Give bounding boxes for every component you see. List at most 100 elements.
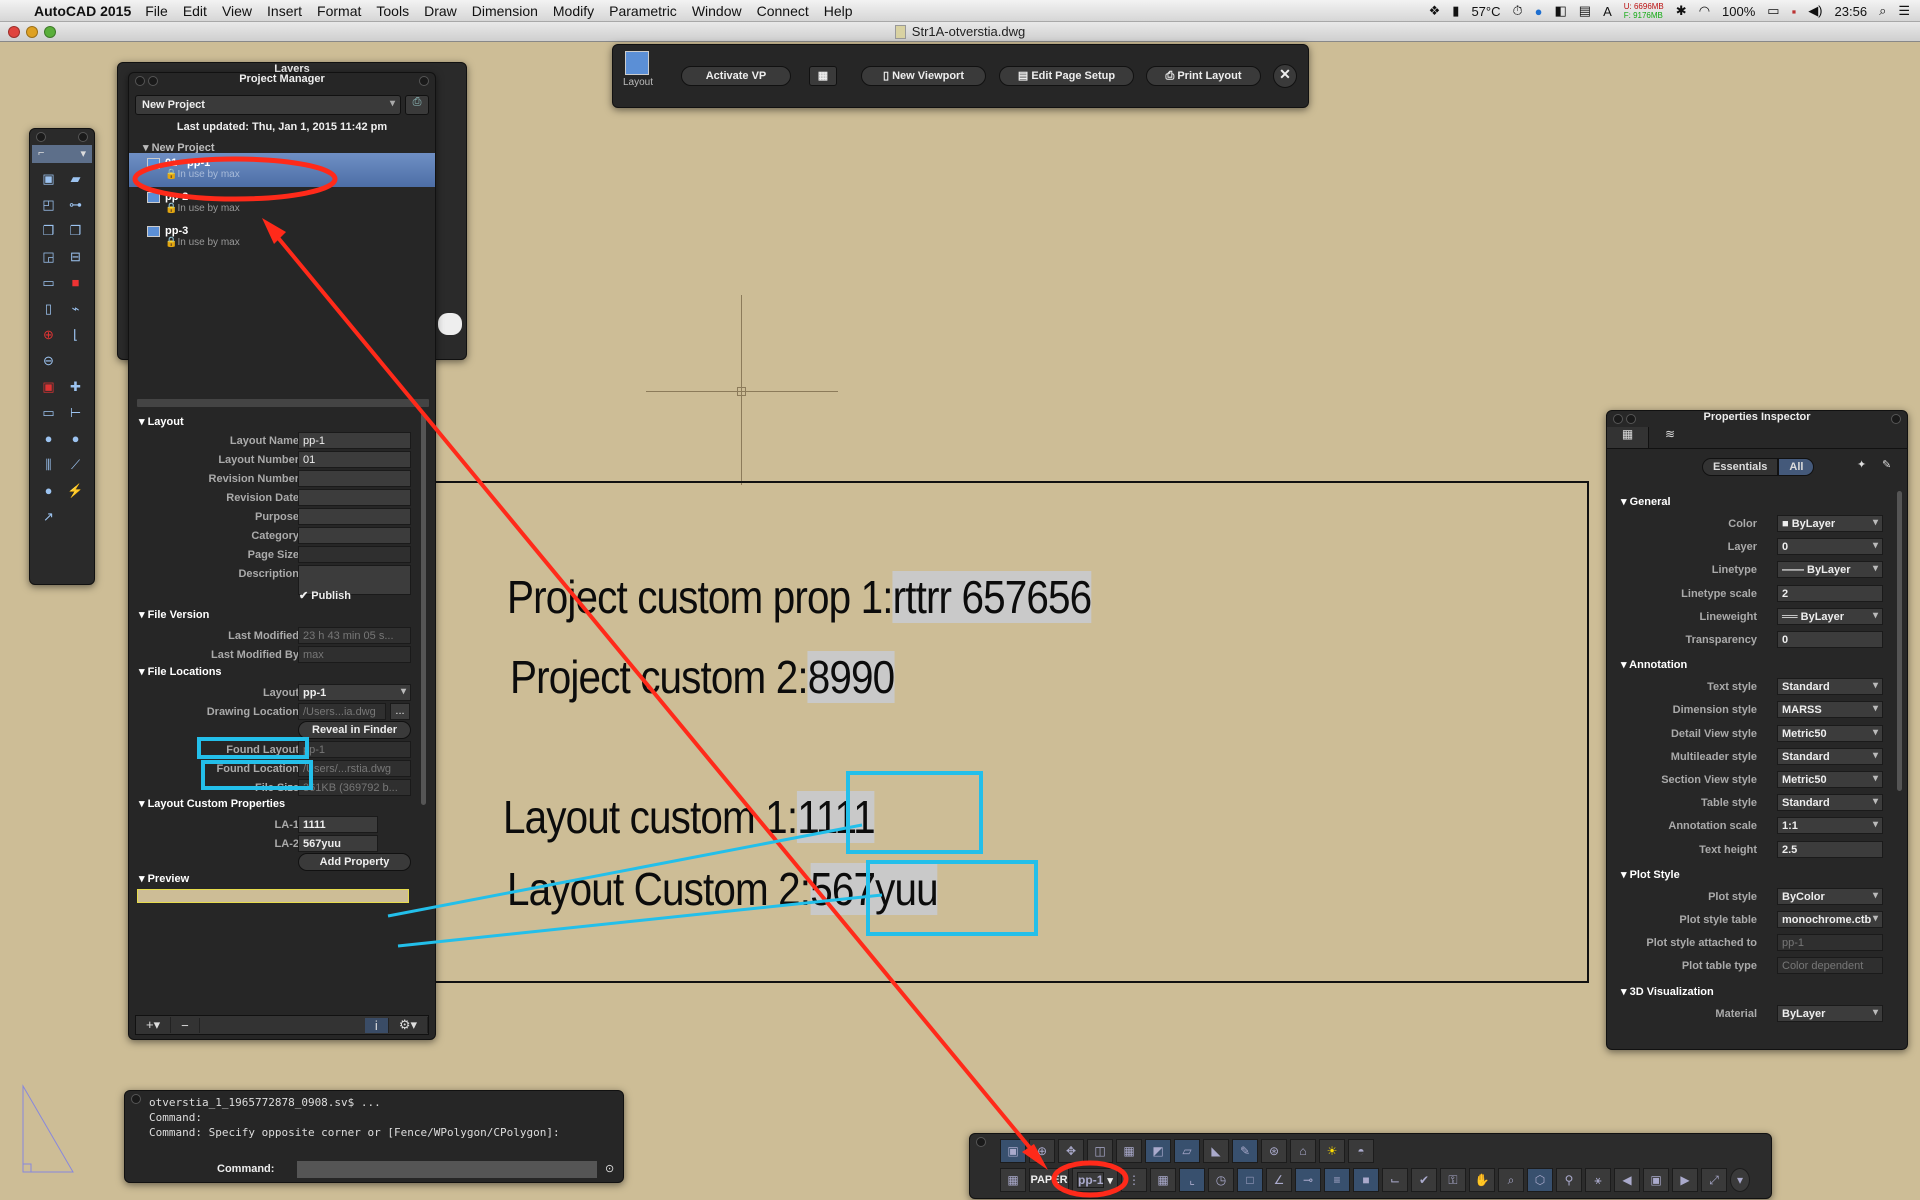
toolset-selector[interactable]: ⌐ ▾ (32, 145, 92, 163)
lock-icon[interactable]: ⚿ (1440, 1168, 1466, 1192)
pi-field-value[interactable]: Metric50 (1777, 771, 1883, 788)
otrack-icon[interactable]: ∠ (1266, 1168, 1292, 1192)
open-icon[interactable]: ▰ (67, 171, 84, 187)
pm-collapse-button[interactable] (419, 76, 429, 86)
quick-dim-icon[interactable]: ⚡ (67, 483, 84, 499)
section-layout-custom-properties[interactable]: ▾ Layout Custom Properties (139, 797, 285, 810)
save-icon[interactable]: ▣ (40, 171, 57, 187)
rect-icon[interactable]: ▣ (40, 379, 57, 395)
sun-icon[interactable]: ☀ (1319, 1139, 1345, 1163)
reveal-in-finder-button[interactable]: Reveal in Finder (298, 721, 411, 739)
edit-page-setup-button[interactable]: ▤ Edit Page Setup (999, 66, 1134, 86)
snap-3d-icon[interactable]: ⊛ (1261, 1139, 1287, 1163)
weather-icon[interactable]: ◓ (1348, 1139, 1374, 1163)
dim-icon[interactable]: ⊢ (67, 405, 84, 421)
menu-help[interactable]: Help (824, 3, 853, 19)
cmd-close-button[interactable] (131, 1094, 141, 1104)
minimize-window-button[interactable] (26, 26, 38, 38)
tab-properties[interactable]: ▦ (1607, 427, 1649, 448)
zoom-window-button[interactable] (44, 26, 56, 38)
drawing-text-line-2[interactable]: Project custom 2:8990 (510, 650, 895, 704)
command-history-button[interactable]: ⊙ (605, 1162, 614, 1175)
pi-close-button[interactable] (1613, 414, 1623, 424)
tree-root[interactable]: ▾ New Project (129, 141, 435, 154)
layout-name-input[interactable]: pp-1 (298, 432, 411, 449)
pm-close-button[interactable] (135, 76, 145, 86)
memory-monitor[interactable]: U: 6696MB F: 9176MB (1624, 2, 1664, 20)
menu-insert[interactable]: Insert (267, 3, 302, 19)
pi-field-value[interactable]: ══ ByLayer (1777, 607, 1883, 625)
space-toggle[interactable]: PAPER (1029, 1168, 1069, 1192)
project-settings-button[interactable]: ⎙ (405, 95, 429, 115)
menu-dimension[interactable]: Dimension (472, 3, 538, 19)
temperature-readout[interactable]: 57°C (1471, 4, 1500, 19)
select-color-icon[interactable]: ■ (67, 275, 84, 291)
pi-minimize-button[interactable] (1626, 414, 1636, 424)
palette-collapse-button[interactable] (78, 132, 88, 142)
pi-field-value[interactable]: ■ ByLayer (1777, 515, 1883, 532)
eyedropper-icon[interactable]: ✎ (1882, 458, 1891, 471)
pi-field-value[interactable]: Standard (1777, 794, 1883, 812)
section-preview[interactable]: ▾ Preview (139, 872, 189, 885)
project-select[interactable]: New Project (135, 95, 401, 115)
page-icon[interactable]: ▯ (40, 301, 57, 317)
layout-thumb-icon[interactable]: ▣ (1643, 1168, 1669, 1192)
leader-icon[interactable]: ↗ (40, 509, 57, 525)
purpose-input[interactable] (298, 508, 411, 525)
drive-icon[interactable]: ▮ (1452, 3, 1459, 19)
battery-icon[interactable]: ▭ (1767, 3, 1779, 19)
pi-section-viz[interactable]: ▾ 3D Visualization (1621, 985, 1714, 998)
menu-parametric[interactable]: Parametric (609, 3, 677, 19)
menu-tools[interactable]: Tools (376, 3, 409, 19)
drawing-text-line-1[interactable]: Project custom prop 1:rttrr 657656 (507, 570, 1092, 624)
lineweight-icon[interactable]: ⊸ (1295, 1168, 1321, 1192)
menu-file[interactable]: File (145, 3, 168, 19)
pi-field-value[interactable]: Standard (1777, 678, 1883, 696)
switch-icon[interactable]: ◧ (1554, 3, 1566, 19)
pi-field-value[interactable]: Standard (1777, 747, 1883, 765)
flag-icon[interactable]: ▪ (1792, 4, 1797, 19)
sync-icon[interactable]: ● (1535, 4, 1543, 19)
measure-icon[interactable]: ✎ (1232, 1139, 1258, 1163)
linear-dim-icon[interactable]: ▭ (40, 405, 57, 421)
viewport-grid-button[interactable]: ▦ (809, 66, 837, 86)
annotation-icon[interactable]: ✔ (1411, 1168, 1437, 1192)
volume-icon[interactable]: ◀) (1808, 3, 1822, 19)
pm-minimize-button[interactable] (148, 76, 158, 86)
add-menu-button[interactable]: +▾ (136, 1017, 172, 1033)
palette-close-button[interactable] (36, 132, 46, 142)
orbit-icon[interactable]: ⊕ (1029, 1139, 1055, 1163)
osnap-icon[interactable]: □ (1237, 1168, 1263, 1192)
match-props-icon[interactable]: ◲ (40, 249, 57, 265)
quick-select-icon[interactable]: ✦ (1857, 458, 1866, 471)
menu-view[interactable]: View (222, 3, 252, 19)
menu-edit[interactable]: Edit (183, 3, 207, 19)
menu-draw[interactable]: Draw (424, 3, 457, 19)
pi-field-value[interactable]: —— ByLayer (1777, 561, 1883, 579)
trim-icon[interactable]: ✚ (67, 379, 84, 395)
pi-section-plot-style[interactable]: ▾ Plot Style (1621, 868, 1680, 881)
layout-number-input[interactable]: 01 (298, 451, 411, 468)
fraction-icon[interactable]: ⊖ (40, 353, 57, 369)
timer-icon[interactable]: ⏱ (1512, 3, 1522, 19)
essentials-toggle[interactable]: Essentials (1702, 458, 1779, 476)
selection-cycling-icon[interactable]: ■ (1353, 1168, 1379, 1192)
pdf-icon[interactable]: ▭ (40, 275, 57, 291)
point-icon[interactable]: ⊕ (40, 327, 57, 343)
pi-field-value[interactable]: ByColor (1777, 887, 1883, 905)
snap-grid-icon[interactable]: ▦ (1150, 1168, 1176, 1192)
publish-checkbox[interactable]: ✔ Publish (299, 589, 351, 602)
pi-field-value[interactable]: 1:1 (1777, 817, 1883, 835)
polar-icon[interactable]: ◷ (1208, 1168, 1234, 1192)
visual-style-icon[interactable]: ◫ (1087, 1139, 1113, 1163)
pi-field-value[interactable]: MARSS (1777, 701, 1883, 719)
tab-layers[interactable]: ≋ (1649, 427, 1691, 448)
diameter-icon[interactable]: ● (67, 431, 84, 447)
tree-item-pp-2[interactable]: pp-2 🔒In use by max (129, 187, 435, 221)
menu-format[interactable]: Format (317, 3, 361, 19)
union-icon[interactable]: ◩ (1145, 1139, 1171, 1163)
aligned-icon[interactable]: ⟋ (67, 457, 84, 473)
baseline-icon[interactable]: ⫼ (40, 457, 57, 473)
pi-field-value[interactable]: 0 (1777, 631, 1883, 648)
tree-item-pp-1[interactable]: 01 - pp-1 🔒In use by max (129, 153, 435, 187)
